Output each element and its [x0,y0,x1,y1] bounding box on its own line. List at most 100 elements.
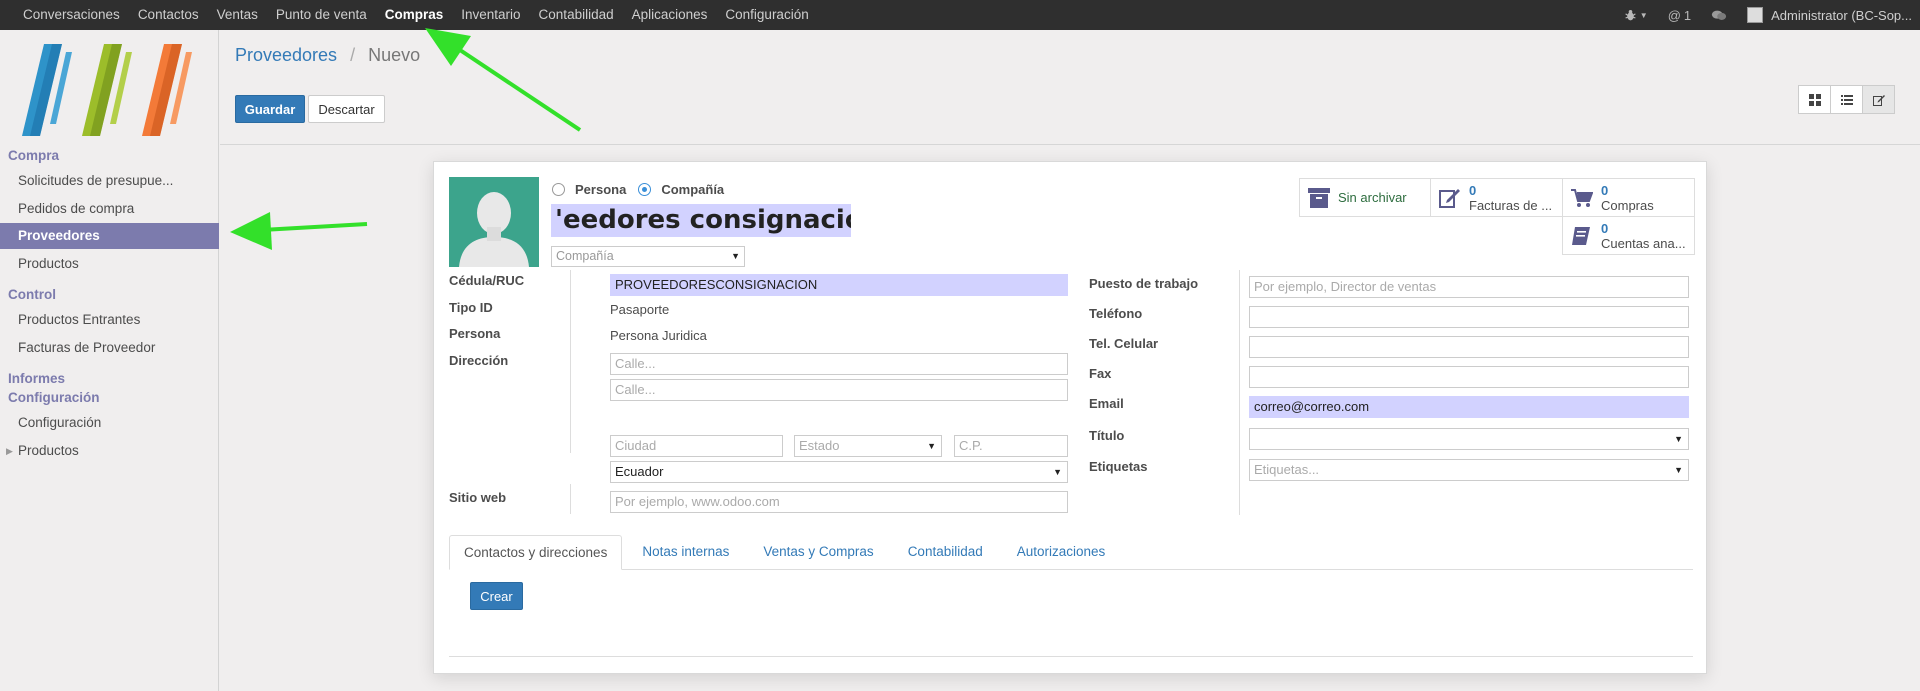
debug-menu[interactable]: ▼ [1614,9,1658,22]
archive-toggle-button[interactable]: Sin archivar [1299,178,1431,217]
tags-select[interactable]: Etiquetas... ▼ [1249,459,1689,481]
tab-contabilidad[interactable]: Contabilidad [894,535,997,570]
website-divider [570,484,571,514]
persona-value[interactable]: Persona Juridica [610,328,707,343]
company-logo [22,44,192,136]
notebook-tabs: Contactos y direcciones Notas internas V… [449,535,1693,570]
tab-contactos-direcciones[interactable]: Contactos y direcciones [449,535,623,570]
list-view-button[interactable] [1830,85,1863,114]
create-contact-button[interactable]: Crear [470,582,523,610]
sidebar-item-facturas-proveedor[interactable]: Facturas de Proveedor [0,335,219,361]
user-name: Administrator (BC-Sop... [1771,7,1912,23]
chevron-down-icon: ▼ [1639,10,1648,20]
zip-input[interactable]: C.P. [954,435,1068,457]
sidebar-item-productos-entrantes[interactable]: Productos Entrantes [0,307,219,333]
sidebar-section-informes[interactable]: Informes [8,371,65,386]
caret-down-icon: ▼ [731,251,740,261]
partner-image[interactable] [449,177,539,267]
job-input[interactable]: Por ejemplo, Director de ventas [1249,276,1689,298]
view-switcher [1798,85,1895,114]
caret-down-icon: ▼ [1674,434,1683,444]
menu-configuracion[interactable]: Configuración [716,0,817,30]
radio-compania[interactable] [638,183,652,196]
purchases-text: 0 Compras [1601,183,1654,213]
sidebar-section-configuracion: Configuración [8,390,100,405]
tipo-id-label: Tipo ID [449,300,493,315]
at-icon: @ [1667,7,1681,23]
street2-input[interactable]: Calle... [610,379,1068,401]
caret-down-icon: ▼ [1674,465,1683,475]
archive-label: Sin archivar [1338,190,1407,205]
notification-count: 1 [1683,7,1692,23]
email-label: Email [1089,396,1124,411]
direccion-label: Dirección [449,353,509,368]
purchases-label: Compras [1601,197,1654,213]
menu-contactos[interactable]: Contactos [129,0,208,30]
country-select[interactable]: Ecuador ▼ [610,461,1068,483]
kanban-view-button[interactable] [1798,85,1831,114]
tab-notas-internas[interactable]: Notas internas [628,535,743,570]
fax-input[interactable] [1249,366,1689,388]
book-icon [1571,225,1593,247]
state-select[interactable]: Estado ▼ [794,435,942,457]
invoices-text: 0 Facturas de ... [1469,183,1552,213]
accounts-text: 0 Cuentas ana... [1601,221,1686,251]
save-button[interactable]: Guardar [235,95,305,123]
caret-down-icon: ▼ [1053,467,1062,477]
cart-icon [1571,187,1593,209]
website-label: Sitio web [449,490,507,505]
title-select[interactable]: ▼ [1249,428,1689,450]
sidebar-item-proveedores[interactable]: Proveedores [0,223,219,249]
email-input[interactable]: correo@correo.com [1249,396,1689,418]
persona-label: Persona [449,326,501,341]
discard-button[interactable]: Descartar [308,95,385,123]
mobile-label: Tel. Celular [1089,336,1159,351]
fax-label: Fax [1089,366,1112,381]
phone-input[interactable] [1249,306,1689,328]
right-group-divider [1239,270,1240,515]
sidebar-item-productos[interactable]: Productos [0,251,219,277]
list-icon [1840,94,1853,105]
city-input[interactable]: Ciudad [610,435,783,457]
tipo-id-value[interactable]: Pasaporte [610,302,669,317]
phone-label: Teléfono [1089,306,1143,321]
menu-conversaciones[interactable]: Conversaciones [14,0,129,30]
menu-punto-de-venta[interactable]: Punto de venta [267,0,376,30]
archive-icon [1308,187,1330,209]
breadcrumb-proveedores[interactable]: Proveedores [235,45,337,65]
sidebar-section-control: Control [8,287,56,302]
user-avatar [1747,7,1764,23]
tab-autorizaciones[interactable]: Autorizaciones [1003,535,1120,570]
analytic-accounts-smart-button[interactable]: 0 Cuentas ana... [1562,216,1695,255]
invoices-smart-button[interactable]: 0 Facturas de ... [1430,178,1563,217]
sidebar: Compra Solicitudes de presupue... Pedido… [0,30,219,691]
mobile-input[interactable] [1249,336,1689,358]
sidebar-item-pedidos[interactable]: Pedidos de compra [0,196,219,222]
invoices-label: Facturas de ... [1469,197,1553,213]
breadcrumb: Proveedores / Nuevo [235,45,420,66]
sidebar-item-productos-config[interactable]: ▶ Productos [0,438,219,464]
sidebar-item-configuracion[interactable]: Configuración [0,410,219,436]
ruc-input[interactable]: PROVEEDORESCONSIGNACION [610,274,1068,296]
chat-menu[interactable] [1701,9,1737,22]
chat-icon [1712,10,1727,20]
parent-company-select[interactable]: Compañía ▼ [551,246,745,267]
job-label: Puesto de trabajo [1089,276,1199,291]
purchases-smart-button[interactable]: 0 Compras [1562,178,1695,217]
partner-name-input[interactable]: 'eedores consignacion [551,204,851,237]
menu-aplicaciones[interactable]: Aplicaciones [623,0,717,30]
edit-icon [1872,94,1885,106]
tab-ventas-compras[interactable]: Ventas y Compras [749,535,887,570]
caret-right-icon: ▶ [6,446,13,456]
street-input[interactable]: Calle... [610,353,1068,375]
sidebar-item-solicitudes[interactable]: Solicitudes de presupue... [0,168,219,194]
menu-ventas[interactable]: Ventas [208,0,267,30]
edit-invoice-icon [1439,187,1461,209]
caret-down-icon: ▼ [927,441,936,451]
website-input[interactable]: Por ejemplo, www.odoo.com [610,491,1068,513]
user-menu[interactable]: Administrator (BC-Sop... [1737,7,1920,23]
form-view-button[interactable] [1862,85,1895,114]
radio-persona[interactable] [552,183,565,196]
tags-label: Etiquetas [1089,459,1148,474]
mentions-menu[interactable]: @ 1 [1658,8,1701,23]
